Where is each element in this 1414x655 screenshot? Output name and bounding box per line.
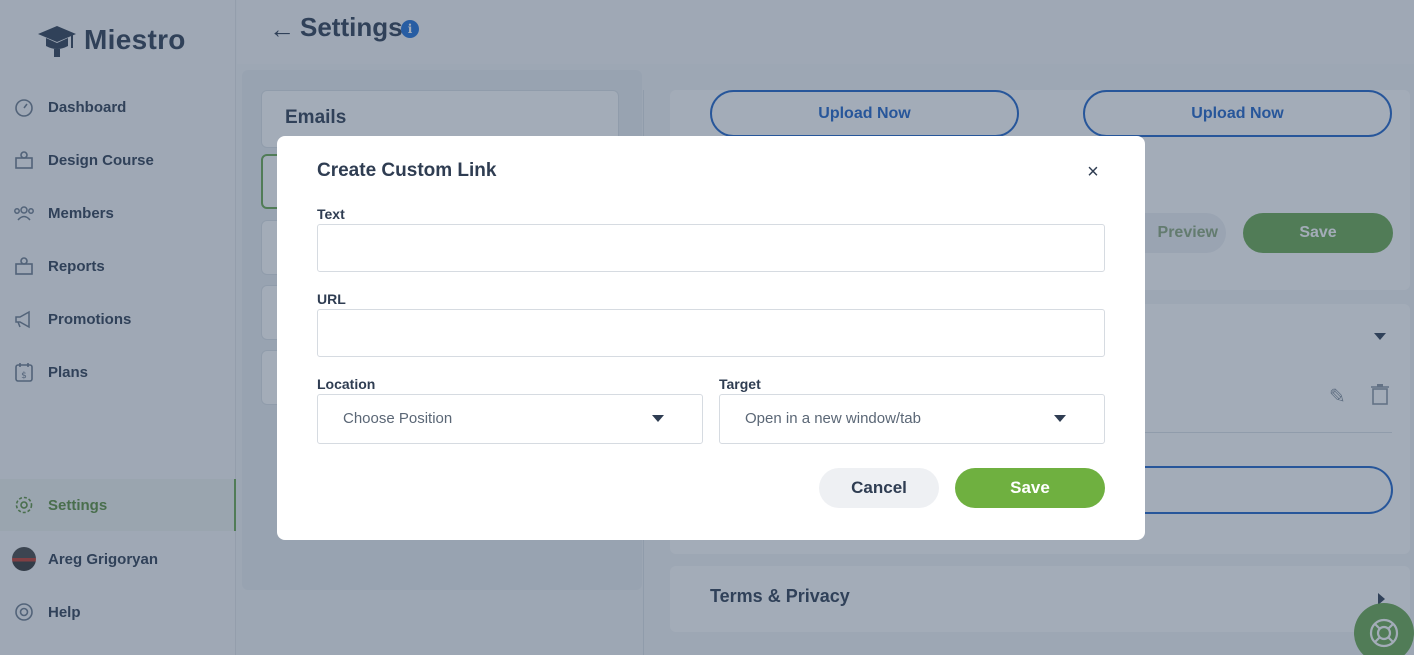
target-label: Target [719, 376, 761, 392]
modal-title: Create Custom Link [317, 160, 497, 181]
url-label: URL [317, 291, 346, 307]
save-button[interactable]: Save [955, 468, 1105, 508]
cancel-button[interactable]: Cancel [819, 468, 939, 508]
close-icon[interactable]: × [1083, 162, 1103, 182]
chevron-down-icon [652, 415, 664, 422]
target-select[interactable]: Open in a new window/tab [719, 394, 1105, 444]
location-label: Location [317, 376, 376, 392]
url-input[interactable] [317, 309, 1105, 357]
create-custom-link-modal: Create Custom Link × Text URL Location C… [277, 136, 1145, 540]
target-value: Open in a new window/tab [745, 410, 921, 427]
location-select[interactable]: Choose Position [317, 394, 703, 444]
text-label: Text [317, 206, 345, 222]
chevron-down-icon [1054, 415, 1066, 422]
text-input[interactable] [317, 224, 1105, 272]
location-value: Choose Position [343, 410, 453, 427]
